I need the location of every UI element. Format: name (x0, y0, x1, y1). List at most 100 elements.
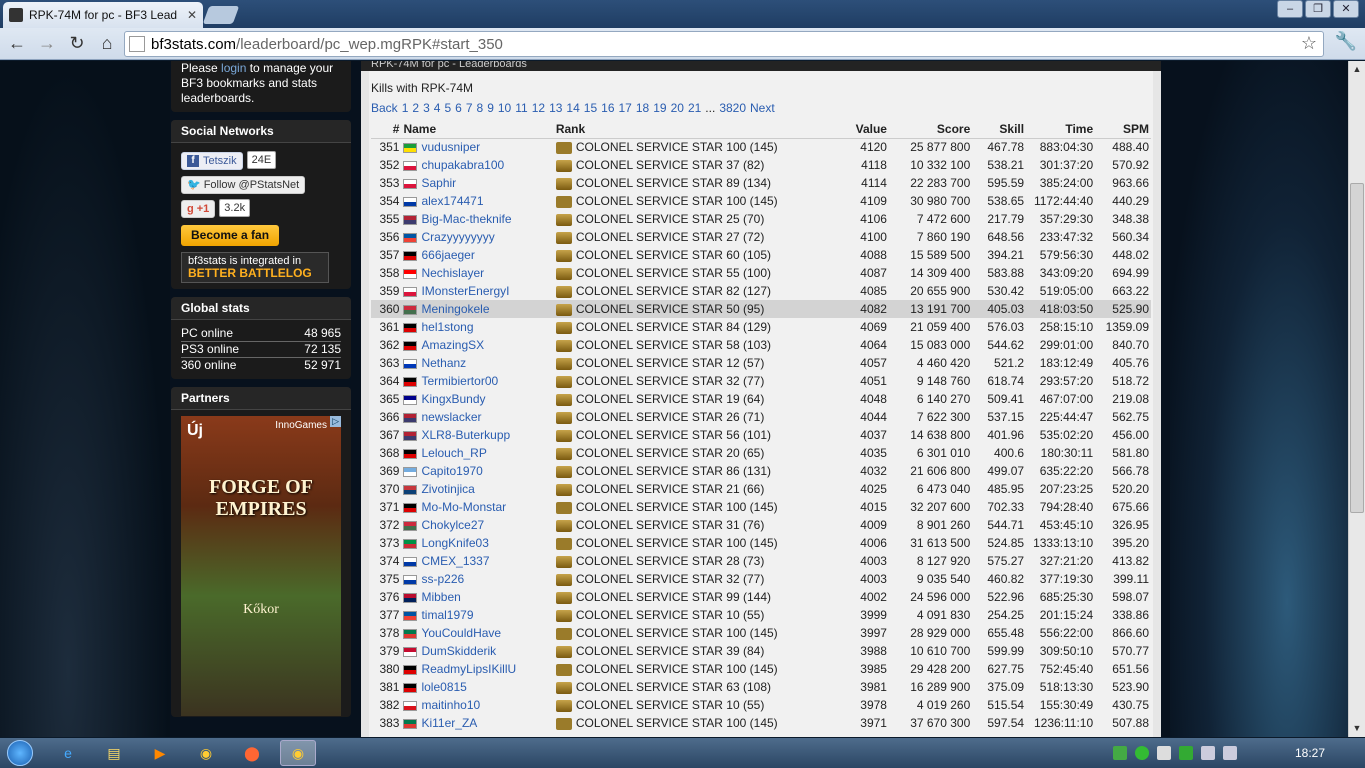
column-header[interactable]: Value (828, 121, 889, 139)
pager-page-link[interactable]: 21 (688, 101, 701, 115)
player-name-link[interactable]: chupakabra100 (421, 158, 504, 172)
pager-page-link[interactable]: 13 (549, 101, 562, 115)
player-name-link[interactable]: Nechislayer (421, 266, 484, 280)
pager-page-link[interactable]: 17 (619, 101, 632, 115)
player-name-link[interactable]: vudusniper (421, 140, 480, 154)
close-tab-icon[interactable]: ✕ (187, 8, 197, 22)
new-tab-button[interactable] (202, 6, 240, 24)
ie-taskbar-icon[interactable]: e (50, 740, 86, 766)
player-name-link[interactable]: AmazingSX (421, 338, 484, 352)
scroll-down-icon[interactable]: ▼ (1349, 720, 1365, 737)
media-player-taskbar-icon[interactable]: ▶ (142, 740, 178, 766)
player-name-link[interactable]: Meningokele (421, 302, 489, 316)
explorer-taskbar-icon[interactable]: ▤ (96, 740, 132, 766)
column-header[interactable]: Name (401, 121, 554, 139)
twitter-follow-button[interactable]: 🐦 Follow @PStatsNet (181, 176, 306, 194)
tray-whatsapp-icon[interactable] (1134, 746, 1149, 760)
login-link[interactable]: login (221, 61, 246, 75)
pager-page-link[interactable]: 8 (477, 101, 484, 115)
player-name-link[interactable]: newslacker (421, 410, 481, 424)
scroll-up-icon[interactable]: ▲ (1349, 61, 1365, 78)
player-name-link[interactable]: alex174471 (421, 194, 483, 208)
player-name-link[interactable]: ss-p226 (421, 572, 464, 586)
pager-page-link[interactable]: 3 (423, 101, 430, 115)
become-fan-button[interactable]: Become a fan (181, 225, 280, 246)
player-name-link[interactable]: YouCouldHave (421, 626, 501, 640)
player-name-link[interactable]: Chokylce27 (421, 518, 484, 532)
player-name-link[interactable]: maitinho10 (421, 698, 480, 712)
player-name-link[interactable]: Ki11er_ZA (421, 716, 477, 730)
forward-button[interactable]: → (34, 31, 60, 57)
pager-next-link[interactable]: Next (750, 101, 775, 115)
pager-page-link[interactable]: 3820 (719, 101, 746, 115)
pager-page-link[interactable]: 16 (601, 101, 614, 115)
pager-page-link[interactable]: 5 (444, 101, 451, 115)
player-name-link[interactable]: lole0815 (421, 680, 466, 694)
chrome-taskbar-icon[interactable]: ◉ (188, 740, 224, 766)
column-header[interactable]: Skill (972, 121, 1027, 139)
wrench-menu-icon[interactable]: 🔧 (1335, 31, 1357, 52)
network-icon[interactable] (1200, 746, 1215, 760)
pager-page-link[interactable]: 2 (412, 101, 419, 115)
column-header[interactable]: Rank (553, 121, 829, 139)
scroll-thumb[interactable] (1350, 183, 1364, 513)
player-name-link[interactable]: Termibiertor00 (421, 374, 498, 388)
vertical-scrollbar[interactable]: ▲ ▼ (1348, 61, 1365, 737)
action-center-flag-icon[interactable] (1156, 746, 1171, 760)
pager-page-link[interactable]: 15 (584, 101, 597, 115)
bookmark-star-icon[interactable]: ☆ (1301, 33, 1317, 54)
pager-page-link[interactable]: 6 (455, 101, 462, 115)
tray-app-icon[interactable] (1112, 746, 1127, 760)
player-name-link[interactable]: XLR8-Buterkupp (421, 428, 510, 442)
start-button[interactable] (0, 738, 40, 768)
chrome-active-taskbar-icon[interactable]: ◉ (280, 740, 316, 766)
better-battlelog-banner[interactable]: bf3stats is integrated in BETTER BATTLELO… (181, 252, 329, 283)
reload-button[interactable]: ↻ (64, 31, 90, 57)
volume-icon[interactable] (1222, 746, 1237, 760)
maximize-button[interactable]: ❐ (1305, 0, 1331, 18)
pager-page-link[interactable]: 20 (671, 101, 684, 115)
column-header[interactable]: Score (888, 121, 973, 139)
column-header[interactable]: # (371, 121, 402, 139)
player-name-link[interactable]: 666jaeger (421, 248, 474, 262)
close-window-button[interactable]: ✕ (1333, 0, 1359, 18)
minimize-button[interactable]: – (1277, 0, 1303, 18)
player-name-link[interactable]: Mibben (421, 590, 460, 604)
clock[interactable]: 18:27 (1295, 746, 1325, 760)
pager-page-link[interactable]: 1 (402, 101, 409, 115)
gplus-button[interactable]: g +1 (181, 200, 216, 218)
player-name-link[interactable]: DumSkidderik (421, 644, 496, 658)
address-bar[interactable]: bf3stats.com/leaderboard/pc_wep.mgRPK#st… (124, 31, 1324, 57)
back-button[interactable]: ← (4, 31, 30, 57)
column-header[interactable]: Time (1026, 121, 1096, 139)
facebook-like-button[interactable]: f Tetszik (181, 152, 243, 170)
adchoices-icon[interactable]: ▷ (330, 416, 341, 427)
player-name-link[interactable]: hel1stong (421, 320, 473, 334)
player-name-link[interactable]: CMEX_1337 (421, 554, 489, 568)
player-name-link[interactable]: LongKnife03 (421, 536, 488, 550)
player-name-link[interactable]: Zivotinjica (421, 482, 474, 496)
tray-update-icon[interactable] (1178, 746, 1193, 760)
player-name-link[interactable]: Saphir (421, 176, 456, 190)
player-name-link[interactable]: Crazyyyyyyyy (421, 230, 494, 244)
player-name-link[interactable]: Lelouch_RP (421, 446, 486, 460)
player-name-link[interactable]: ReadmyLipsIKillU (421, 662, 516, 676)
pager-page-link[interactable]: 11 (515, 101, 527, 115)
player-name-link[interactable]: Mo-Mo-Monstar (421, 500, 506, 514)
pager-page-link[interactable]: 10 (498, 101, 511, 115)
pager-page-link[interactable]: 9 (487, 101, 494, 115)
player-name-link[interactable]: timal1979 (421, 608, 473, 622)
pager-page-link[interactable]: 18 (636, 101, 649, 115)
player-name-link[interactable]: Capito1970 (421, 464, 482, 478)
forge-of-empires-ad[interactable]: Új InnoGames ▷ FORGE OF EMPIRES Kőkor (181, 416, 341, 716)
player-name-link[interactable]: IMonsterEnergyI (421, 284, 509, 298)
pager-page-link[interactable]: 4 (434, 101, 441, 115)
pager-back-link[interactable]: Back (371, 101, 398, 115)
column-header[interactable]: SPM (1095, 121, 1151, 139)
browser-tab[interactable]: RPK-74M for pc - BF3 Lead ✕ (3, 2, 203, 28)
player-name-link[interactable]: KingxBundy (421, 392, 485, 406)
pin-taskbar-icon[interactable]: ⬤ (234, 740, 270, 766)
pager-page-link[interactable]: 12 (532, 101, 545, 115)
home-button[interactable]: ⌂ (94, 31, 120, 57)
pager-page-link[interactable]: 14 (566, 101, 579, 115)
